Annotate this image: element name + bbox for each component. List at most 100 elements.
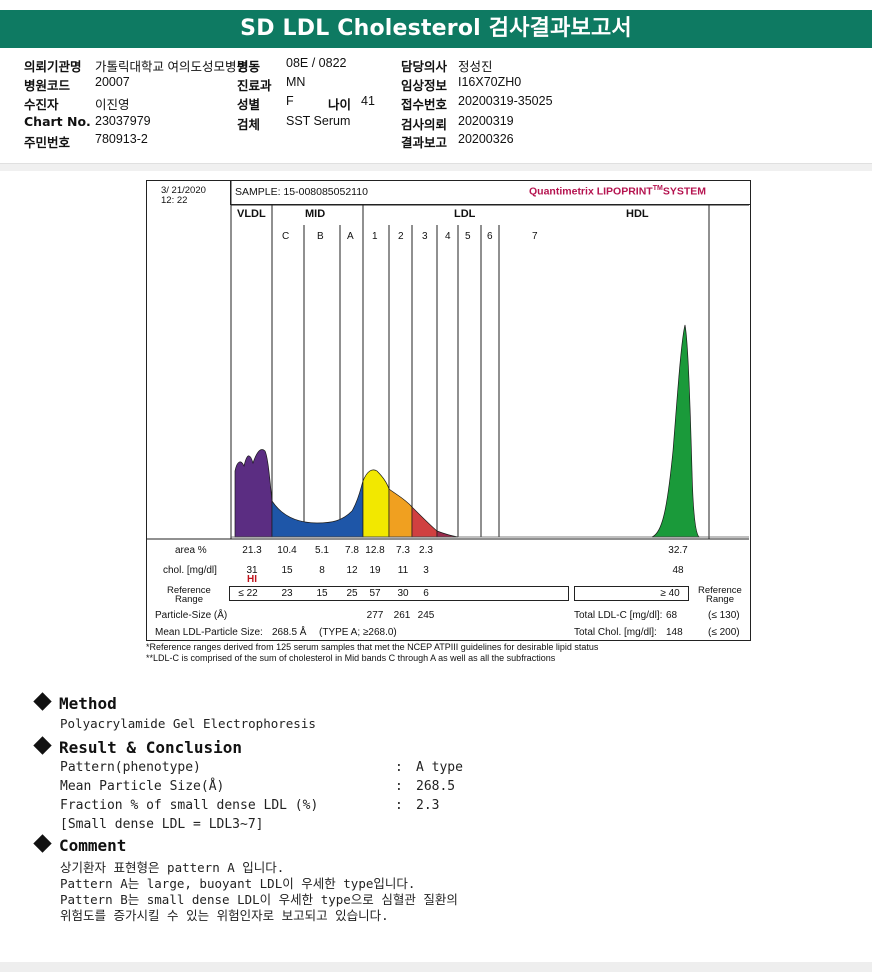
info-label: 병원코드 [24, 78, 71, 93]
info-value: 20200326 [458, 132, 514, 146]
particle-size-label: Particle-Size (Å) [155, 610, 228, 621]
lipoprint-report: 3/ 21/2020 12: 22 SAMPLE: 15-00808505211… [146, 180, 751, 641]
result-value: 268.5 [416, 779, 456, 794]
area-value: 12.8 [365, 545, 385, 556]
result-value: 2.3 [416, 798, 440, 813]
info-label: 담당의사 [401, 59, 448, 74]
total-chol-ref: (≤ 200) [708, 627, 740, 638]
area-value: 21.3 [242, 545, 262, 556]
chol-row-label: chol. [mg/dl] [163, 565, 217, 576]
info-label: Chart No. [24, 114, 91, 129]
total-ldl-ref: (≤ 130) [708, 610, 740, 621]
peak-ldl1 [362, 469, 390, 538]
peaks-layer [234, 324, 700, 538]
method-heading: Method [33, 692, 117, 713]
ref-right-line2: Range [706, 594, 734, 605]
particle-size-value: 245 [417, 610, 435, 621]
area-value-hdl: 32.7 [668, 545, 688, 556]
peak-hdl [651, 324, 700, 538]
ref-value: 15 [316, 588, 328, 599]
result-heading-text: Result & Conclusion [59, 738, 243, 757]
peak-vldl [234, 449, 273, 538]
chol-value: 8 [319, 565, 325, 576]
ref-value: 6 [423, 588, 429, 599]
band-label: 5 [465, 231, 471, 242]
band-label: 6 [487, 231, 493, 242]
result-value: A type [416, 760, 463, 775]
result-key: Mean Particle Size(Å) [60, 779, 225, 794]
diamond-bullet-icon [33, 692, 52, 711]
result-key: Pattern(phenotype) [60, 760, 201, 775]
info-value: 23037979 [95, 114, 151, 128]
info-label: 병동 [237, 59, 261, 74]
info-value: I16X70ZH0 [458, 75, 522, 89]
info-label: 의뢰기관명 [24, 59, 82, 74]
info-label-age: 나이 [328, 97, 352, 112]
result-note: [Small dense LDL = LDL3~7] [60, 817, 264, 832]
total-chol-value: 148 [666, 627, 683, 638]
area-value: 5.1 [315, 545, 329, 556]
info-value: 20200319 [458, 114, 514, 128]
report-title-banner: SD LDL Cholesterol 검사결과보고서 [0, 10, 872, 48]
band-label: 4 [445, 231, 451, 242]
info-label: 검체 [237, 117, 261, 132]
mean-ldl-type: (TYPE A; ≥268.0) [319, 627, 397, 638]
report-footnote: *Reference ranges derived from 125 serum… [146, 642, 786, 663]
ref-value: 57 [369, 588, 381, 599]
peak-mid [271, 480, 364, 538]
diamond-bullet-icon [33, 834, 52, 853]
band-label: 7 [532, 231, 538, 242]
area-value: 10.4 [277, 545, 297, 556]
method-text: Polyacrylamide Gel Electrophoresis [60, 716, 316, 731]
group-label-ldl: LDL [454, 208, 476, 220]
info-label: 수진자 [24, 97, 59, 112]
chol-value: 3 [423, 565, 429, 576]
result-sep: : [395, 798, 403, 813]
mean-ldl-size-value: 268.5 Å [272, 627, 307, 638]
info-value-age: 41 [361, 94, 375, 108]
hi-flag: HI [247, 574, 257, 585]
ref-value-hdl: ≥ 40 [660, 588, 680, 599]
chol-value: 15 [281, 565, 293, 576]
info-value: 08E / 0822 [286, 56, 347, 70]
total-ldl-label: Total LDL-C [mg/dl]: [574, 610, 663, 621]
comment-line: 위험도를 증가시킬 수 있는 위험인자로 보고되고 있습니다. [60, 908, 389, 923]
footnote-line-2: **LDL-C is comprised of the sum of chole… [146, 652, 556, 663]
group-label-vldl: VLDL [237, 208, 266, 220]
info-label: 접수번호 [401, 97, 448, 112]
band-label: 1 [372, 231, 378, 242]
chol-value: 19 [369, 565, 381, 576]
info-label: 임상정보 [401, 78, 448, 93]
patient-info-block: 의뢰기관명 가톨릭대학교 여의도성모병원 병원코드 20007 수진자 이진영 … [0, 50, 872, 162]
info-label: 결과보고 [401, 135, 448, 150]
info-value: 정성진 [458, 60, 493, 74]
report-title: SD LDL Cholesterol 검사결과보고서 [240, 16, 632, 41]
ref-value: 23 [281, 588, 293, 599]
band-label: 3 [422, 231, 428, 242]
peak-ldl4-tail [436, 530, 459, 538]
group-label-hdl: HDL [626, 208, 649, 220]
result-heading: Result & Conclusion [33, 736, 243, 757]
band-divider-lines [271, 205, 710, 537]
peak-ldl2 [388, 488, 413, 538]
section-divider [0, 163, 872, 171]
band-label: 2 [398, 231, 404, 242]
info-value: MN [286, 75, 306, 89]
comment-heading: Comment [33, 834, 126, 855]
info-label: 진료과 [237, 78, 272, 93]
band-label: A [347, 231, 354, 242]
peak-ldl3 [411, 506, 438, 538]
total-chol-label: Total Chol. [mg/dl]: [574, 627, 657, 638]
particle-size-value: 277 [366, 610, 384, 621]
info-label: 검사의뢰 [401, 117, 448, 132]
info-value: SST Serum [286, 114, 351, 128]
footnote-line-1: *Reference ranges derived from 125 serum… [146, 642, 599, 652]
result-key: Fraction % of small dense LDL (%) [60, 798, 319, 813]
method-heading-text: Method [59, 694, 117, 713]
area-value: 2.3 [419, 545, 433, 556]
mean-ldl-size-label: Mean LDL-Particle Size: [155, 627, 263, 638]
ref-label-line2: Range [175, 594, 203, 605]
result-sep: : [395, 779, 403, 794]
info-value: 가톨릭대학교 여의도성모병원 [95, 60, 248, 74]
total-ldl-value: 68 [666, 610, 678, 621]
